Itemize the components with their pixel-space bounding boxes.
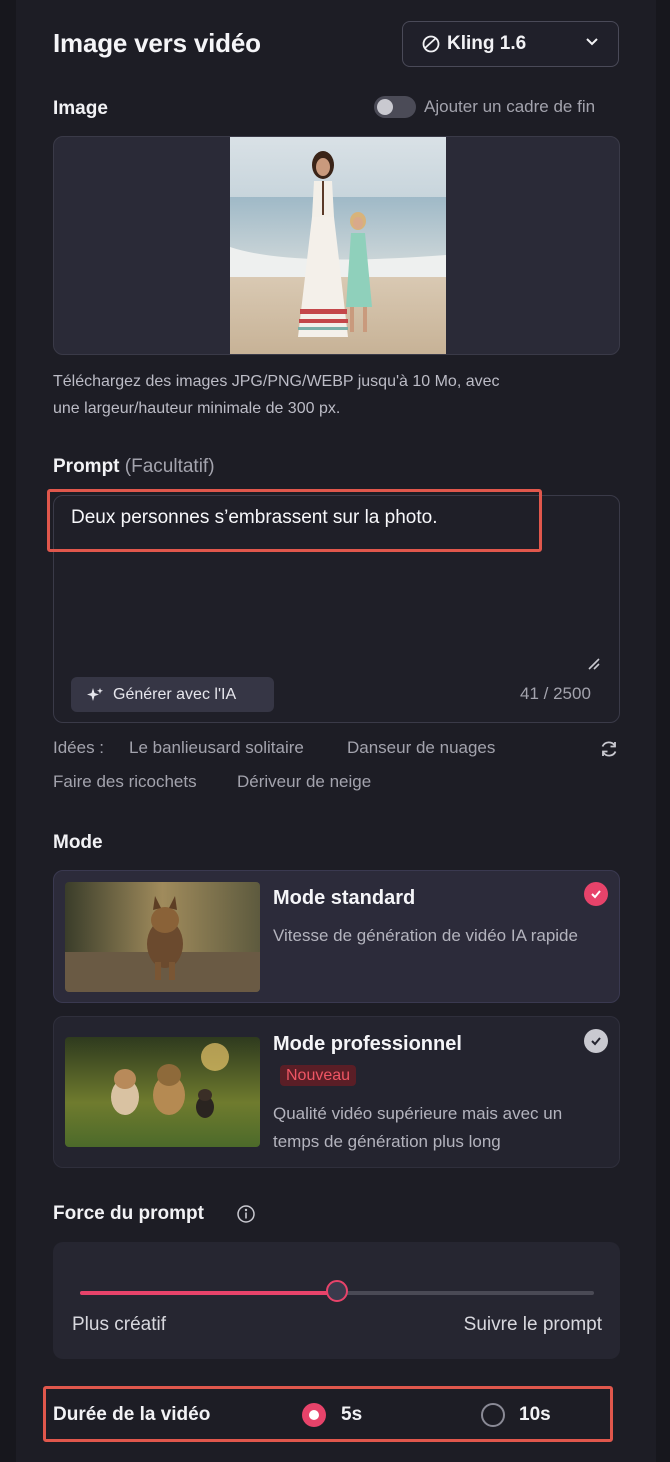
selected-check-icon	[584, 882, 608, 906]
mode-standard-card[interactable]: Mode standard Vitesse de génération de v…	[53, 870, 620, 1003]
highlight-outline-duration	[43, 1386, 613, 1442]
end-frame-toggle[interactable]: Ajouter un cadre de fin	[374, 96, 595, 118]
prompt-label: Prompt (Facultatif)	[53, 456, 215, 477]
unselected-check-icon	[584, 1029, 608, 1053]
end-frame-label: Ajouter un cadre de fin	[424, 97, 596, 116]
model-selector[interactable]: Kling 1.6	[402, 21, 619, 67]
slider-track[interactable]	[80, 1280, 594, 1302]
info-icon[interactable]	[236, 1204, 256, 1229]
mode-standard-desc: Vitesse de génération de vidéo IA rapide	[273, 926, 578, 945]
slider-right-label: Suivre le prompt	[463, 1314, 602, 1335]
mode-professional-card[interactable]: Mode professionnel Nouveau Qualité vidéo…	[53, 1016, 620, 1168]
prompt-optional-label: (Facultatif)	[124, 456, 215, 477]
model-logo-icon	[421, 34, 441, 54]
idea-chip[interactable]: Faire des ricochets	[53, 772, 197, 792]
image-upload-area[interactable]	[53, 136, 620, 355]
chevron-down-icon	[584, 33, 600, 55]
slider-fill	[80, 1291, 337, 1295]
ideas-label: Idées :	[53, 738, 105, 757]
toggle-switch[interactable]	[374, 96, 416, 118]
mode-professional-image	[65, 1037, 260, 1147]
page-title: Image vers vidéo	[53, 28, 261, 58]
refresh-icon[interactable]	[598, 738, 620, 765]
mode-professional-desc: Qualité vidéo supérieure mais avec un te…	[273, 1104, 563, 1151]
idea-chip[interactable]: Danseur de nuages	[347, 738, 495, 758]
model-name: Kling 1.6	[447, 33, 527, 54]
prompt-strength-label: Force du prompt	[53, 1203, 204, 1224]
mode-standard-image	[65, 882, 260, 992]
prompt-strength-panel: Plus créatif Suivre le prompt	[53, 1242, 620, 1359]
sparkle-icon	[85, 685, 105, 705]
upload-hint: Téléchargez des images JPG/PNG/WEBP jusq…	[53, 373, 500, 417]
image-section-label: Image	[53, 98, 108, 119]
uploaded-image	[230, 137, 446, 354]
mode-professional-title: Mode professionnel	[273, 1033, 462, 1055]
mode-standard-title: Mode standard	[273, 887, 416, 909]
character-counter: 41 / 2500	[520, 684, 591, 703]
new-badge: Nouveau	[280, 1065, 357, 1086]
slider-thumb[interactable]	[326, 1280, 348, 1302]
resize-handle-icon[interactable]	[586, 656, 600, 675]
mode-label: Mode	[53, 832, 103, 853]
slider-left-label: Plus créatif	[72, 1314, 166, 1335]
idea-chip[interactable]: Le banlieusard solitaire	[129, 738, 304, 758]
highlight-outline-prompt	[47, 489, 542, 552]
idea-chip[interactable]: Dériveur de neige	[237, 772, 371, 792]
generate-with-ai-button[interactable]: Générer avec l'IA	[71, 677, 274, 712]
